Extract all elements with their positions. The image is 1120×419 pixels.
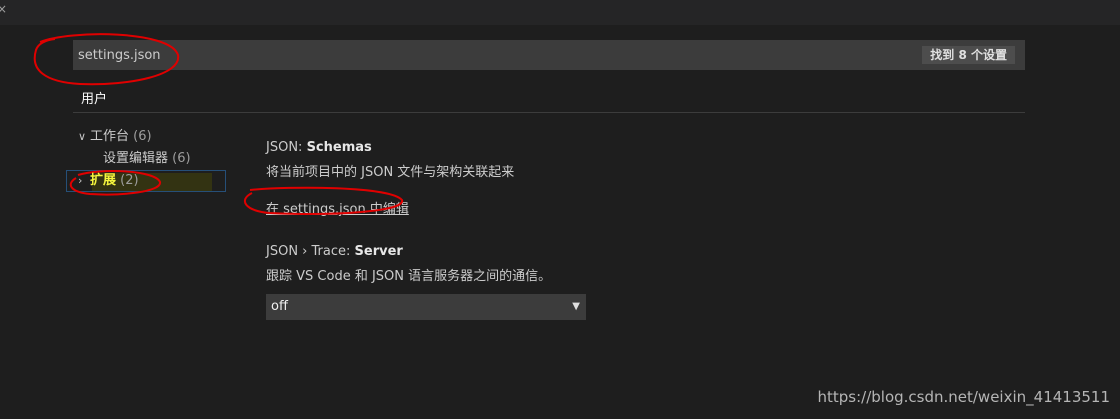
settings-search-box[interactable]: 找到 8 个设置 [73,40,1025,70]
tree-item-settings-editor[interactable]: 设置编辑器 (6) [66,148,226,170]
tree-item-count: (6) [133,129,152,144]
watermark: https://blog.csdn.net/weixin_41413511 [817,388,1110,406]
setting-name: Server [354,244,403,259]
setting-category: JSON › Trace: [266,244,355,259]
setting-category: JSON: [266,140,307,155]
edit-in-settings-json-link[interactable]: 在 settings.json 中编辑 [266,198,514,217]
tab-user[interactable]: 用户 [81,88,107,107]
tree-item-count: (2) [120,173,139,188]
setting-name: Schemas [306,140,372,155]
search-input[interactable] [73,40,893,70]
settings-scope-tabs: 用户 [73,82,1025,113]
chevron-down-icon: ∨ [78,130,87,143]
tree-item-label: 工作台 [90,129,130,144]
dropdown-arrow-icon: ▼ [572,301,580,312]
tree-item-count: (6) [172,151,191,166]
window-top-bar: × [0,0,1120,25]
setting-title: JSON: Schemas [266,140,514,155]
close-icon[interactable]: × [0,2,7,16]
setting-json-schemas: JSON: Schemas 将当前项目中的 JSON 文件与架构关联起来 在 s… [266,140,514,217]
tree-item-label: 设置编辑器 [103,151,169,166]
tree-item-workbench[interactable]: ∨ 工作台 (6) [66,126,226,148]
tree-item-extensions[interactable]: › 扩展 (2) [66,170,226,192]
tree-item-label: 扩展 [90,173,117,188]
setting-title: JSON › Trace: Server [266,244,586,259]
setting-description: 将当前项目中的 JSON 文件与架构关联起来 [266,165,515,180]
setting-description: 跟踪 VS Code 和 JSON 语言服务器之间的通信。 [266,269,552,284]
search-result-count: 找到 8 个设置 [922,46,1015,64]
trace-server-select[interactable]: off ▼ [266,294,586,320]
setting-json-trace-server: JSON › Trace: Server 跟踪 VS Code 和 JSON 语… [266,244,586,320]
chevron-right-icon: › [78,174,83,187]
select-value: off [271,299,288,314]
settings-toc-tree: ∨ 工作台 (6) 设置编辑器 (6) › 扩展 (2) [66,126,226,192]
